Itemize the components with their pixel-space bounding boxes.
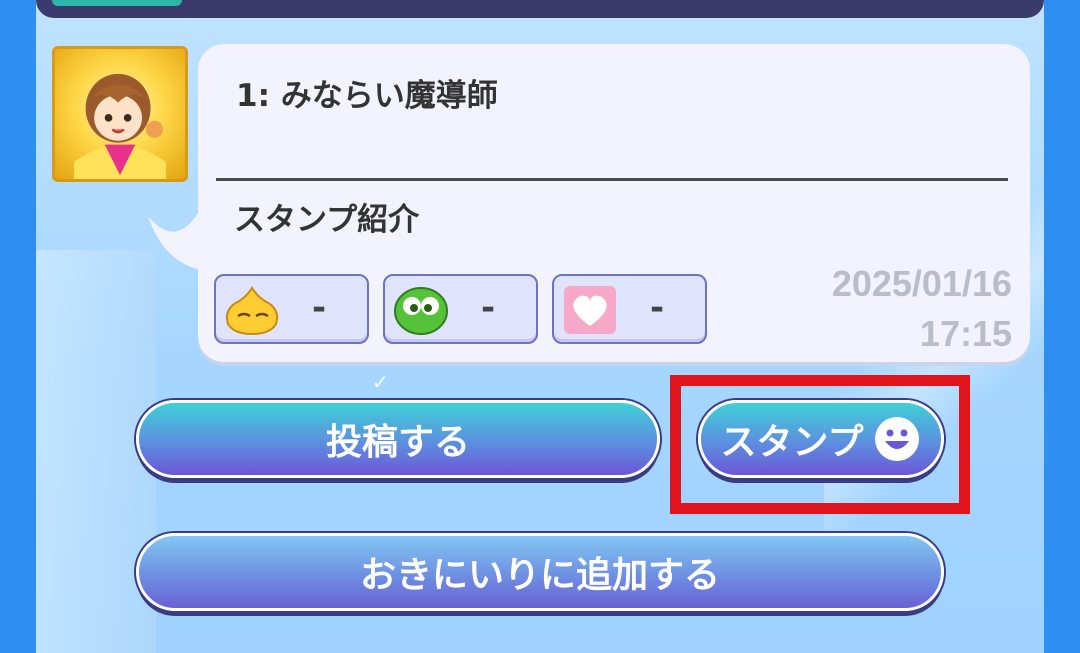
stamp-count: - xyxy=(650,288,665,328)
stamp-reaction-green[interactable]: - xyxy=(383,274,538,344)
highlight-box xyxy=(670,375,970,514)
stamp-reaction-yellow[interactable]: - xyxy=(214,274,369,344)
post-timestamp: 2025/01/16 17:15 xyxy=(832,259,1012,359)
post-bubble: 1: みならい魔導師 スタンプ紹介 - - - 2025/01/16 17:15 xyxy=(198,44,1030,362)
add-favorite-button[interactable]: おきにいりに追加する xyxy=(136,533,944,611)
post-button[interactable]: 投稿する xyxy=(136,400,660,478)
post-title: 1: みならい魔導師 xyxy=(236,78,498,114)
top-bar xyxy=(36,0,1044,18)
yellow-puyo-icon xyxy=(225,286,279,336)
stamp-count: - xyxy=(312,288,327,328)
avatar-character-icon xyxy=(74,73,166,179)
post-date: 2025/01/16 xyxy=(831,263,1012,304)
top-tab[interactable] xyxy=(52,0,182,6)
green-puyo-icon xyxy=(394,287,448,335)
post-button-label: 投稿する xyxy=(325,422,470,463)
stamp-reaction-heart[interactable]: - xyxy=(552,274,707,344)
heart-icon xyxy=(564,286,616,334)
post-body: スタンプ紹介 xyxy=(234,202,420,238)
user-avatar[interactable] xyxy=(52,46,188,182)
stamp-count: - xyxy=(481,288,496,328)
divider xyxy=(216,178,1008,181)
post-time: 17:15 xyxy=(919,313,1012,354)
check-icon: ✓ xyxy=(372,370,389,394)
add-favorite-label: おきにいりに追加する xyxy=(359,555,720,596)
